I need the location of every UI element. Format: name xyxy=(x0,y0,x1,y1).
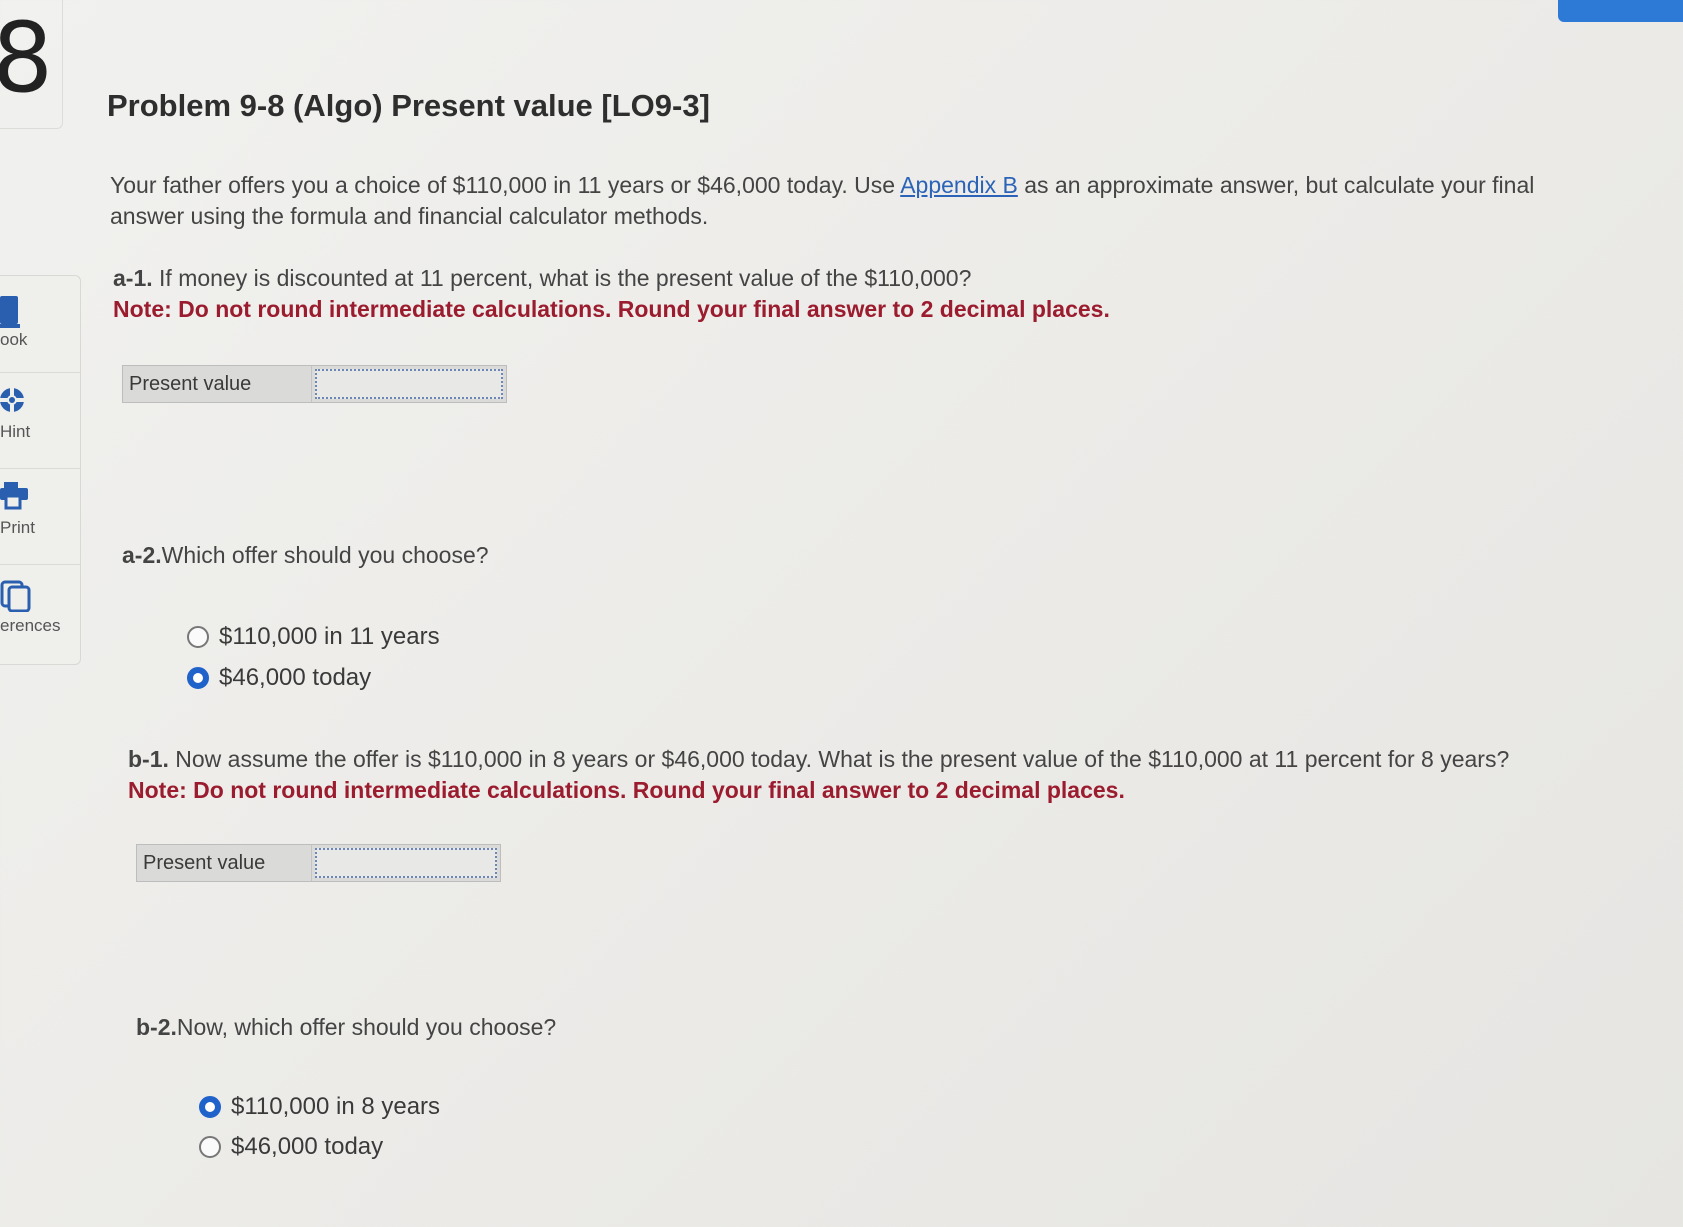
present-value-input-b1[interactable] xyxy=(315,848,497,878)
radio-button-selected[interactable] xyxy=(199,1096,221,1118)
sidebar-item-ebook[interactable]: ook xyxy=(0,276,80,373)
present-value-input-a1[interactable] xyxy=(315,369,503,399)
radio-option-b2-110000[interactable]: $110,000 in 8 years xyxy=(199,1093,440,1121)
question-a2-text: Which offer should you choose? xyxy=(161,542,489,568)
radio-option-label: $46,000 today xyxy=(231,1133,384,1160)
sidebar-item-references[interactable]: erences xyxy=(0,564,80,660)
sidebar-item-label: Print xyxy=(0,518,35,537)
sidebar-item-label: ook xyxy=(0,330,28,349)
radio-option-a2-110000[interactable]: $110,000 in 11 years xyxy=(187,623,440,651)
question-a2-prefix: a-2. xyxy=(122,542,162,568)
present-value-field-a1: Present value xyxy=(122,365,507,403)
hint-icon xyxy=(0,388,24,412)
present-value-label: Present value xyxy=(123,366,312,402)
intro-text-start: Your father offers you a choice of $110,… xyxy=(110,172,901,198)
radio-button[interactable] xyxy=(187,626,209,648)
question-b2-prefix: b-2. xyxy=(136,1014,177,1040)
check-my-work-button[interactable] xyxy=(1558,0,1683,22)
print-icon xyxy=(0,482,28,510)
question-b1-note: Note: Do not round intermediate calculat… xyxy=(128,777,1125,803)
question-a1-text: If money is discounted at 11 percent, wh… xyxy=(152,265,972,291)
question-a1: a-1. If money is discounted at 11 percen… xyxy=(113,263,1593,325)
radio-option-b2-46000[interactable]: $46,000 today xyxy=(199,1133,383,1161)
sidebar-item-hint[interactable]: Hint xyxy=(0,372,80,469)
problem-title: Problem 9-8 (Algo) Present value [LO9-3] xyxy=(107,88,710,123)
sidebar-item-print[interactable]: Print xyxy=(0,468,80,565)
question-b2: b-2.Now, which offer should you choose? xyxy=(136,1012,556,1043)
radio-button-selected[interactable] xyxy=(187,667,209,689)
question-number: 8 xyxy=(0,2,54,114)
sidebar-item-label: Hint xyxy=(0,422,31,441)
present-value-field-b1: Present value xyxy=(136,844,501,882)
book-icon xyxy=(0,296,20,328)
intro-text: Your father offers you a choice of $110,… xyxy=(110,170,1590,232)
sidebar: ook Hint Print erences xyxy=(0,275,81,665)
radio-option-label: $110,000 in 8 years xyxy=(231,1093,441,1120)
question-b1: b-1. Now assume the offer is $110,000 in… xyxy=(128,744,1648,806)
present-value-label: Present value xyxy=(137,845,312,881)
radio-option-label: $110,000 in 11 years xyxy=(219,623,440,650)
question-b2-text: Now, which offer should you choose? xyxy=(176,1014,557,1040)
question-a1-prefix: a-1. xyxy=(113,265,153,291)
appendix-b-link[interactable]: Appendix B xyxy=(900,172,1018,198)
radio-option-label: $46,000 today xyxy=(219,664,372,691)
question-a1-note: Note: Do not round intermediate calculat… xyxy=(113,296,1110,322)
question-a2: a-2.Which offer should you choose? xyxy=(122,540,489,571)
radio-button[interactable] xyxy=(199,1136,221,1158)
radio-option-a2-46000[interactable]: $46,000 today xyxy=(187,664,371,692)
sidebar-item-label: erences xyxy=(0,616,61,635)
question-b1-text: Now assume the offer is $110,000 in 8 ye… xyxy=(168,746,1510,772)
question-b1-prefix: b-1. xyxy=(128,746,169,772)
references-icon xyxy=(0,580,31,612)
